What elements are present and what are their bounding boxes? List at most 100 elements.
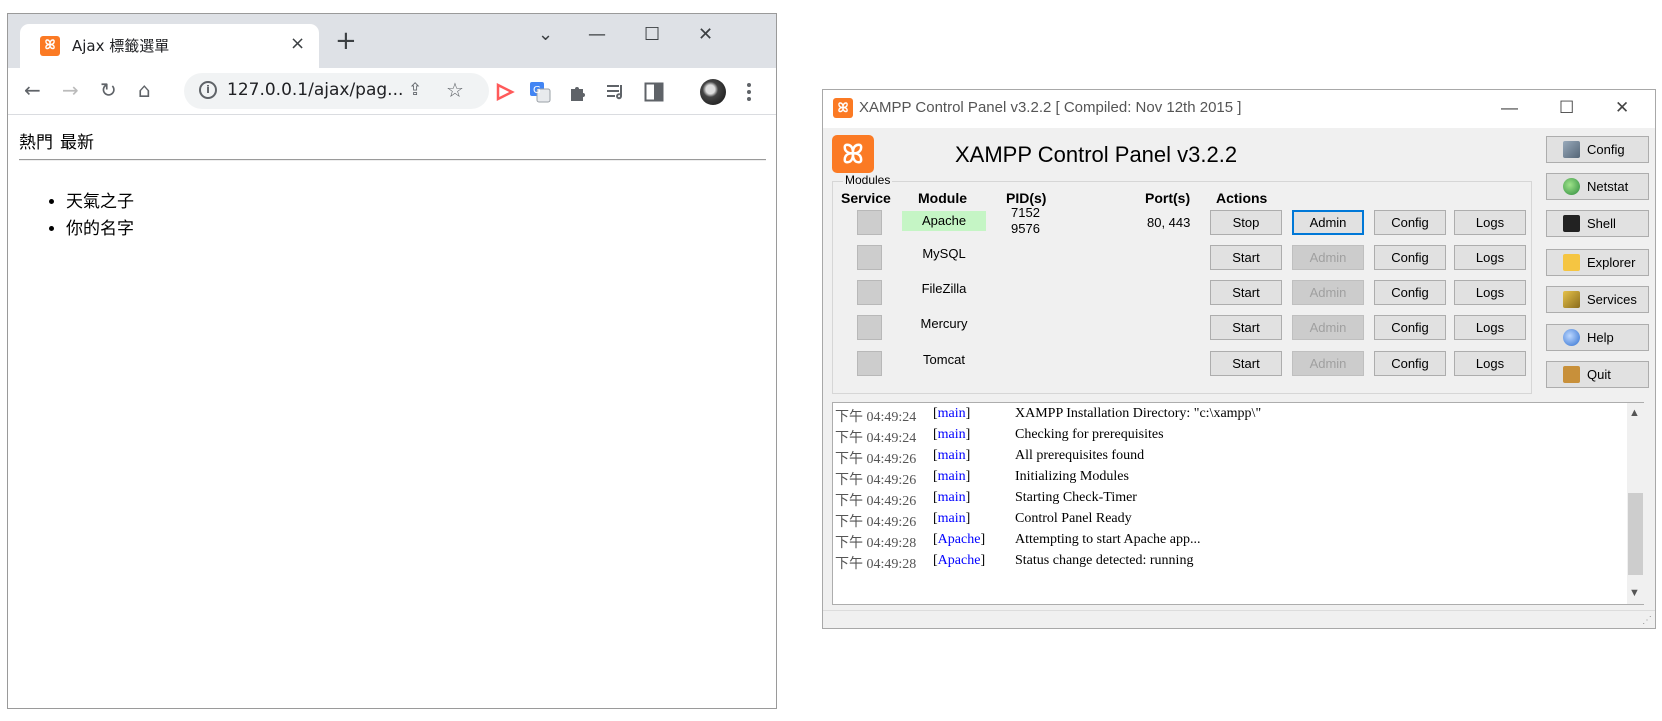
module-name: MySQL (922, 246, 966, 261)
logs-button[interactable]: Logs (1454, 210, 1526, 235)
config-button[interactable]: Config (1374, 315, 1446, 340)
config-button[interactable]: Config (1374, 245, 1446, 270)
xampp-window: ꕤ XAMPP Control Panel v3.2.2 [ Compiled:… (822, 89, 1656, 629)
module-name: Apache (902, 211, 986, 231)
service-checkbox[interactable] (857, 210, 882, 235)
admin-button[interactable]: Admin (1292, 351, 1364, 376)
panel-heading: XAMPP Control Panel v3.2.2 (955, 142, 1238, 167)
logs-button[interactable]: Logs (1454, 280, 1526, 305)
folder-icon (1563, 254, 1580, 271)
log-output[interactable]: 下午 04:49:24 [main] XAMPP Installation Dire… (832, 402, 1644, 605)
tab-search-icon[interactable]: ⌄ (538, 24, 553, 45)
svg-text:G: G (533, 85, 541, 96)
pid-list: 7152 9576 (1011, 205, 1040, 236)
tab-strip: ꕤ Ajax 標籤選單 × + ⌄ — ☐ ✕ (8, 14, 776, 68)
maximize-button[interactable]: ☐ (1559, 98, 1574, 118)
minimize-button[interactable]: — (588, 24, 606, 45)
ports: 80, 443 (1147, 215, 1191, 230)
globe-icon (1563, 178, 1580, 195)
list-item: 天氣之子 (66, 189, 134, 216)
page-content: 熱門最新 天氣之子 你的名字 (8, 116, 776, 708)
scroll-up-icon[interactable]: ▲ (1629, 407, 1640, 419)
col-module: Module (918, 190, 967, 206)
module-name: Mercury (920, 316, 968, 331)
tab-title: Ajax 標籤選單 (72, 37, 170, 55)
service-checkbox[interactable] (857, 351, 882, 376)
admin-button[interactable]: Admin (1292, 315, 1364, 340)
stop-button[interactable]: Stop (1210, 210, 1282, 235)
service-checkbox[interactable] (857, 245, 882, 270)
service-checkbox[interactable] (857, 280, 882, 305)
side-panel-icon[interactable] (644, 82, 664, 102)
col-pids: PID(s) (1006, 190, 1047, 206)
config-side-button[interactable]: Config (1546, 136, 1649, 163)
start-button[interactable]: Start (1210, 245, 1282, 270)
close-tab-icon[interactable]: × (290, 33, 305, 54)
list-item: 你的名字 (66, 216, 134, 243)
forward-icon[interactable]: → (62, 79, 79, 101)
share-icon[interactable]: ⇪ (408, 80, 422, 100)
divider (19, 159, 766, 161)
wrench-icon (1563, 141, 1580, 158)
netstat-button[interactable]: Netstat (1546, 173, 1649, 200)
terminal-icon (1563, 215, 1580, 232)
config-button[interactable]: Config (1374, 351, 1446, 376)
tab-latest[interactable]: 最新 (60, 133, 94, 153)
extensions-icon[interactable] (568, 82, 588, 102)
door-icon (1563, 366, 1580, 383)
resize-grip-icon[interactable]: ⋰ (1642, 615, 1652, 626)
help-button[interactable]: Help (1546, 324, 1649, 351)
tab-menu: 熱門 最新 (19, 128, 101, 153)
service-checkbox[interactable] (857, 315, 882, 340)
home-icon[interactable]: ⌂ (138, 79, 151, 101)
scroll-thumb[interactable] (1628, 493, 1643, 575)
admin-button[interactable]: Admin (1292, 210, 1364, 235)
menu-kebab-icon[interactable] (746, 82, 752, 102)
module-name: Tomcat (923, 352, 965, 367)
reload-icon[interactable]: ↻ (100, 79, 117, 101)
browser-window: ꕤ Ajax 標籤選單 × + ⌄ — ☐ ✕ ← → ↻ ⌂ i 127.0.… (7, 13, 777, 709)
browser-tab[interactable]: ꕤ Ajax 標籤選單 × (20, 24, 319, 68)
config-button[interactable]: Config (1374, 280, 1446, 305)
logs-button[interactable]: Logs (1454, 351, 1526, 376)
new-tab-button[interactable]: + (335, 28, 357, 54)
close-window-button[interactable]: ✕ (1615, 98, 1629, 118)
config-button[interactable]: Config (1374, 210, 1446, 235)
status-bar: ⋰ (823, 610, 1655, 628)
shell-button[interactable]: Shell (1546, 210, 1649, 237)
cast-extension-icon[interactable] (495, 83, 515, 101)
start-button[interactable]: Start (1210, 351, 1282, 376)
modules-legend: Modules (843, 173, 893, 187)
help-icon (1563, 329, 1580, 346)
title-bar: ꕤ XAMPP Control Panel v3.2.2 [ Compiled:… (823, 90, 1655, 128)
address-text[interactable]: 127.0.0.1/ajax/pag... (227, 80, 403, 100)
xampp-icon: ꕤ (833, 98, 853, 118)
xampp-icon: ꕤ (40, 36, 60, 56)
logs-button[interactable]: Logs (1454, 245, 1526, 270)
admin-button[interactable]: Admin (1292, 280, 1364, 305)
close-window-button[interactable]: ✕ (698, 24, 713, 45)
module-name: FileZilla (921, 281, 967, 296)
profile-avatar[interactable] (700, 79, 726, 105)
services-button[interactable]: Services (1546, 286, 1649, 313)
start-button[interactable]: Start (1210, 280, 1282, 305)
services-icon (1563, 291, 1580, 308)
xampp-logo-icon: ꕤ (832, 135, 874, 173)
google-translate-icon[interactable]: G (529, 81, 551, 103)
quit-button[interactable]: Quit (1546, 361, 1649, 388)
start-button[interactable]: Start (1210, 315, 1282, 340)
log-scrollbar[interactable]: ▲ ▼ (1627, 403, 1644, 604)
info-icon[interactable]: i (199, 81, 217, 99)
logs-button[interactable]: Logs (1454, 315, 1526, 340)
col-service: Service (841, 190, 891, 206)
tab-popular[interactable]: 熱門 (19, 133, 53, 153)
bookmark-star-icon[interactable]: ☆ (446, 78, 464, 102)
address-bar[interactable]: i 127.0.0.1/ajax/pag... ⇪ ☆ (184, 73, 489, 109)
scroll-down-icon[interactable]: ▼ (1629, 587, 1640, 599)
back-icon[interactable]: ← (24, 79, 41, 101)
maximize-button[interactable]: ☐ (644, 24, 660, 45)
explorer-button[interactable]: Explorer (1546, 249, 1649, 276)
reading-list-icon[interactable] (606, 82, 626, 102)
admin-button[interactable]: Admin (1292, 245, 1364, 270)
minimize-button[interactable]: — (1501, 98, 1518, 118)
